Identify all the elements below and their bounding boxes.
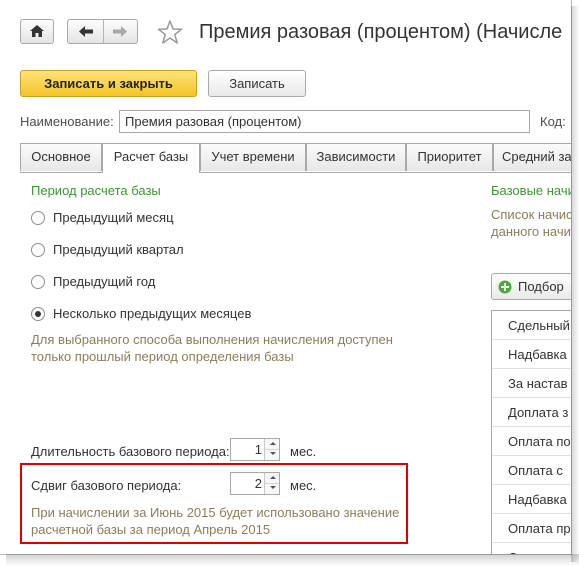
shift-stepper[interactable]: 2 <box>230 472 280 495</box>
shift-value[interactable]: 2 <box>231 473 264 494</box>
add-circle-icon <box>498 280 512 294</box>
base-accruals-heading: Базовые начи <box>491 183 572 198</box>
duration-label: Длительность базового периода: <box>31 444 230 459</box>
home-icon <box>30 25 44 37</box>
chevron-up-icon <box>270 442 276 445</box>
radio-dot <box>35 311 41 317</box>
form-window: Премия разовая (процентом) (Начисле Запи… <box>0 0 572 555</box>
radio-label[interactable]: Предыдущий квартал <box>53 242 184 257</box>
radio-label[interactable]: Предыдущий месяц <box>53 210 174 225</box>
tab-dependencies[interactable]: Зависимости <box>306 143 406 171</box>
radio-circle[interactable] <box>31 275 45 289</box>
list-item[interactable]: Оплата с <box>492 456 571 485</box>
chevron-up-icon <box>270 476 276 479</box>
form-title: Премия разовая (процентом) (Начисле <box>199 21 563 43</box>
list-item[interactable]: Оплата по <box>492 427 571 456</box>
radio-circle[interactable] <box>31 211 45 225</box>
stepper-arrows <box>264 439 279 460</box>
window-shadow-right <box>571 6 579 562</box>
arrow-left-icon <box>79 26 93 37</box>
shift-label: Сдвиг базового периода: <box>31 478 182 493</box>
back-button[interactable] <box>68 20 104 43</box>
duration-stepper[interactable]: 1 <box>230 438 280 461</box>
list-item[interactable]: Надбавка <box>492 340 571 369</box>
list-item[interactable]: Сдельный <box>492 311 571 340</box>
favorite-star-icon[interactable] <box>156 18 184 46</box>
list-item[interactable]: Надбавка <box>492 485 571 514</box>
list-item[interactable]: Доплата з <box>492 398 571 427</box>
pick-label: Подбор <box>518 279 564 294</box>
name-field[interactable]: Премия разовая (процентом) <box>119 110 530 133</box>
radio-label[interactable]: Несколько предыдущих месяцев <box>53 306 251 321</box>
list-item[interactable]: Оплата пр <box>492 514 571 543</box>
base-accruals-list: Сдельный Надбавка За настав Доплата з Оп… <box>491 310 571 554</box>
tab-priority[interactable]: Приоритет <box>406 143 493 171</box>
period-hint: Для выбранного способа выполнения начисл… <box>31 332 393 364</box>
pick-button[interactable]: Подбор <box>491 273 571 300</box>
list-item[interactable]: За настав <box>492 369 571 398</box>
shift-note: При начислении за Июнь 2015 будет исполь… <box>31 505 400 537</box>
code-label: Код: <box>540 114 566 129</box>
chevron-down-icon <box>270 486 276 489</box>
radio-circle[interactable] <box>31 243 45 257</box>
history-nav <box>67 19 138 44</box>
tab-average-earnings[interactable]: Средний за <box>493 143 571 171</box>
tab-base-calculation[interactable]: Расчет базы <box>102 143 200 173</box>
base-accruals-desc-2: данного начи <box>491 224 571 239</box>
stepper-arrows <box>264 473 279 494</box>
duration-value[interactable]: 1 <box>231 439 264 460</box>
radio-label[interactable]: Предыдущий год <box>53 274 155 289</box>
period-heading: Период расчета базы <box>31 183 161 198</box>
tab-main[interactable]: Основное <box>20 143 102 171</box>
chevron-down-icon <box>270 452 276 455</box>
radio-circle-selected[interactable] <box>31 307 45 321</box>
tab-time-accounting[interactable]: Учет времени <box>200 143 306 171</box>
decrement-button[interactable] <box>265 483 279 493</box>
save-and-close-button[interactable]: Записать и закрыть <box>20 70 197 97</box>
forward-button[interactable] <box>104 20 137 43</box>
duration-unit: мес. <box>290 444 317 459</box>
shift-unit: мес. <box>290 478 317 493</box>
base-accruals-desc-1: Список начис <box>491 207 572 222</box>
name-label: Наименование: <box>20 114 114 129</box>
tab-bar: Основное Расчет базы Учет времени Зависи… <box>20 143 571 173</box>
arrow-right-icon <box>113 26 127 37</box>
save-button[interactable]: Записать <box>208 70 306 97</box>
window-shadow-bottom <box>6 554 579 566</box>
home-button[interactable] <box>20 19 54 44</box>
decrement-button[interactable] <box>265 449 279 459</box>
